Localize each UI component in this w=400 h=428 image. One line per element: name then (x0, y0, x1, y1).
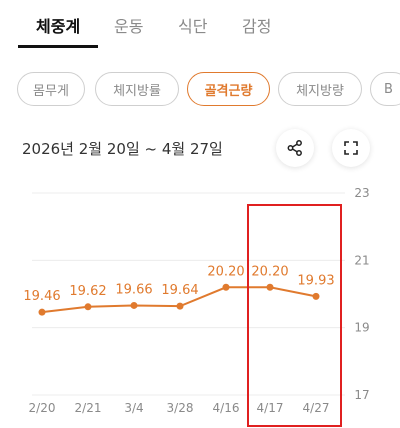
data-label: 19.64 (161, 283, 198, 298)
chip-muscle-mass[interactable]: 골격근량 (187, 72, 270, 106)
y-tick-label: 17 (354, 388, 369, 402)
active-tab-indicator (18, 45, 98, 48)
x-tick-label: 2/21 (75, 401, 102, 415)
data-label: 20.20 (251, 264, 288, 279)
highlight-box (247, 204, 342, 427)
data-label: 19.93 (297, 273, 334, 288)
chip-partial[interactable]: B (370, 72, 400, 106)
data-point (84, 303, 92, 311)
chip-body-fat-mass[interactable]: 체지방량 (278, 72, 362, 106)
expand-icon (344, 141, 358, 155)
chip-body-fat-rate[interactable]: 체지방률 (95, 72, 179, 106)
y-tick-label: 19 (354, 321, 369, 335)
data-label: 19.66 (115, 282, 152, 297)
y-tick-label: 23 (354, 186, 369, 200)
share-icon (287, 140, 302, 156)
expand-button[interactable] (332, 129, 370, 167)
data-point (266, 283, 274, 291)
data-point (312, 292, 320, 300)
tab-scale[interactable]: 체중계 (36, 17, 80, 37)
data-point (176, 302, 184, 310)
data-point (222, 283, 230, 291)
x-tick-label: 2/20 (29, 401, 56, 415)
data-point (130, 301, 138, 309)
tab-exercise[interactable]: 운동 (114, 17, 143, 37)
tab-bar: 체중계 운동 식단 감정 (0, 0, 400, 50)
x-tick-label: 4/27 (303, 401, 330, 415)
data-label: 19.46 (23, 289, 60, 304)
share-button[interactable] (276, 129, 314, 167)
tab-emotion[interactable]: 감정 (242, 17, 271, 37)
data-label: 20.20 (207, 264, 244, 279)
data-point (38, 308, 46, 316)
x-tick-label: 4/17 (257, 401, 284, 415)
chip-weight[interactable]: 몸무게 (17, 72, 85, 106)
x-tick-label: 4/16 (213, 401, 240, 415)
data-label: 19.62 (69, 284, 106, 299)
x-tick-label: 3/28 (167, 401, 194, 415)
muscle-mass-chart: 23 21 19 17 19.46 2/20 19.62 2/21 19.66 3/4 19.64 3… (23, 186, 370, 427)
y-tick-label: 21 (354, 253, 369, 267)
x-tick-label: 3/4 (124, 401, 143, 415)
tab-diet[interactable]: 식단 (178, 17, 207, 37)
date-range-label: 2026년 2월 20일 ~ 4월 27일 (22, 140, 223, 158)
metric-chip-row: 몸무게 체지방률 골격근량 체지방량 B (0, 72, 400, 108)
